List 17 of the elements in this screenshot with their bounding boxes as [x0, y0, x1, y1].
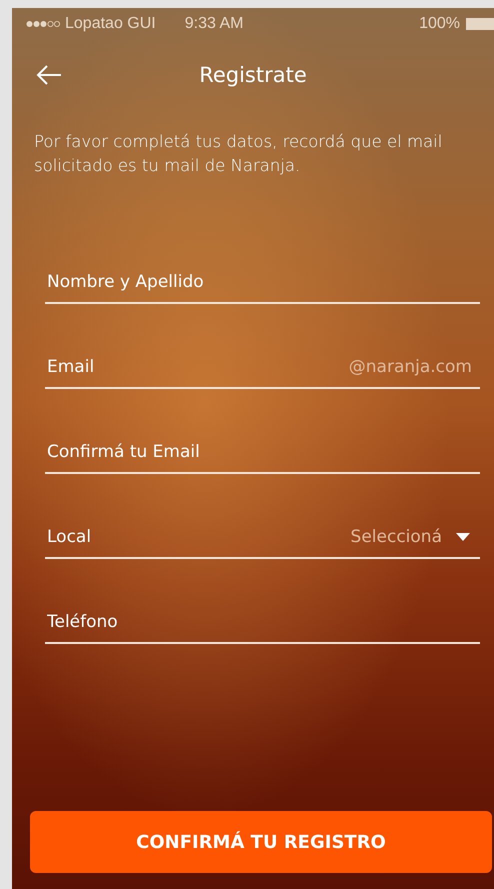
carrier-name: Lopatao GUI: [65, 15, 156, 33]
input-field[interactable]: Confirmá tu Email: [45, 442, 480, 462]
input-field[interactable]: Teléfono: [45, 612, 480, 632]
signal-icon: [26, 20, 60, 28]
battery-icon: [466, 18, 494, 30]
status-time: 9:33 AM: [184, 15, 244, 33]
battery-percent: 100%: [419, 15, 460, 33]
caret-icon: [456, 533, 470, 541]
email-domain-suffix: @naranja.com: [348, 357, 472, 377]
confirm-registration-button[interactable]: CONFIRMÁ TU REGISTRO: [30, 811, 492, 873]
field-label: Local: [46, 527, 92, 547]
dropdown[interactable]: Seleccioná: [350, 527, 470, 547]
input-field[interactable]: Nombre y Apellido: [45, 272, 480, 292]
screen-title: Registrate: [199, 63, 307, 87]
back-arrow-icon[interactable]: [36, 64, 62, 86]
input-field[interactable]: Email: [45, 357, 349, 377]
intro-text: Por favor completá tus datos, recordá que el mail solicitado es tu mail de Naranja.: [34, 131, 444, 177]
